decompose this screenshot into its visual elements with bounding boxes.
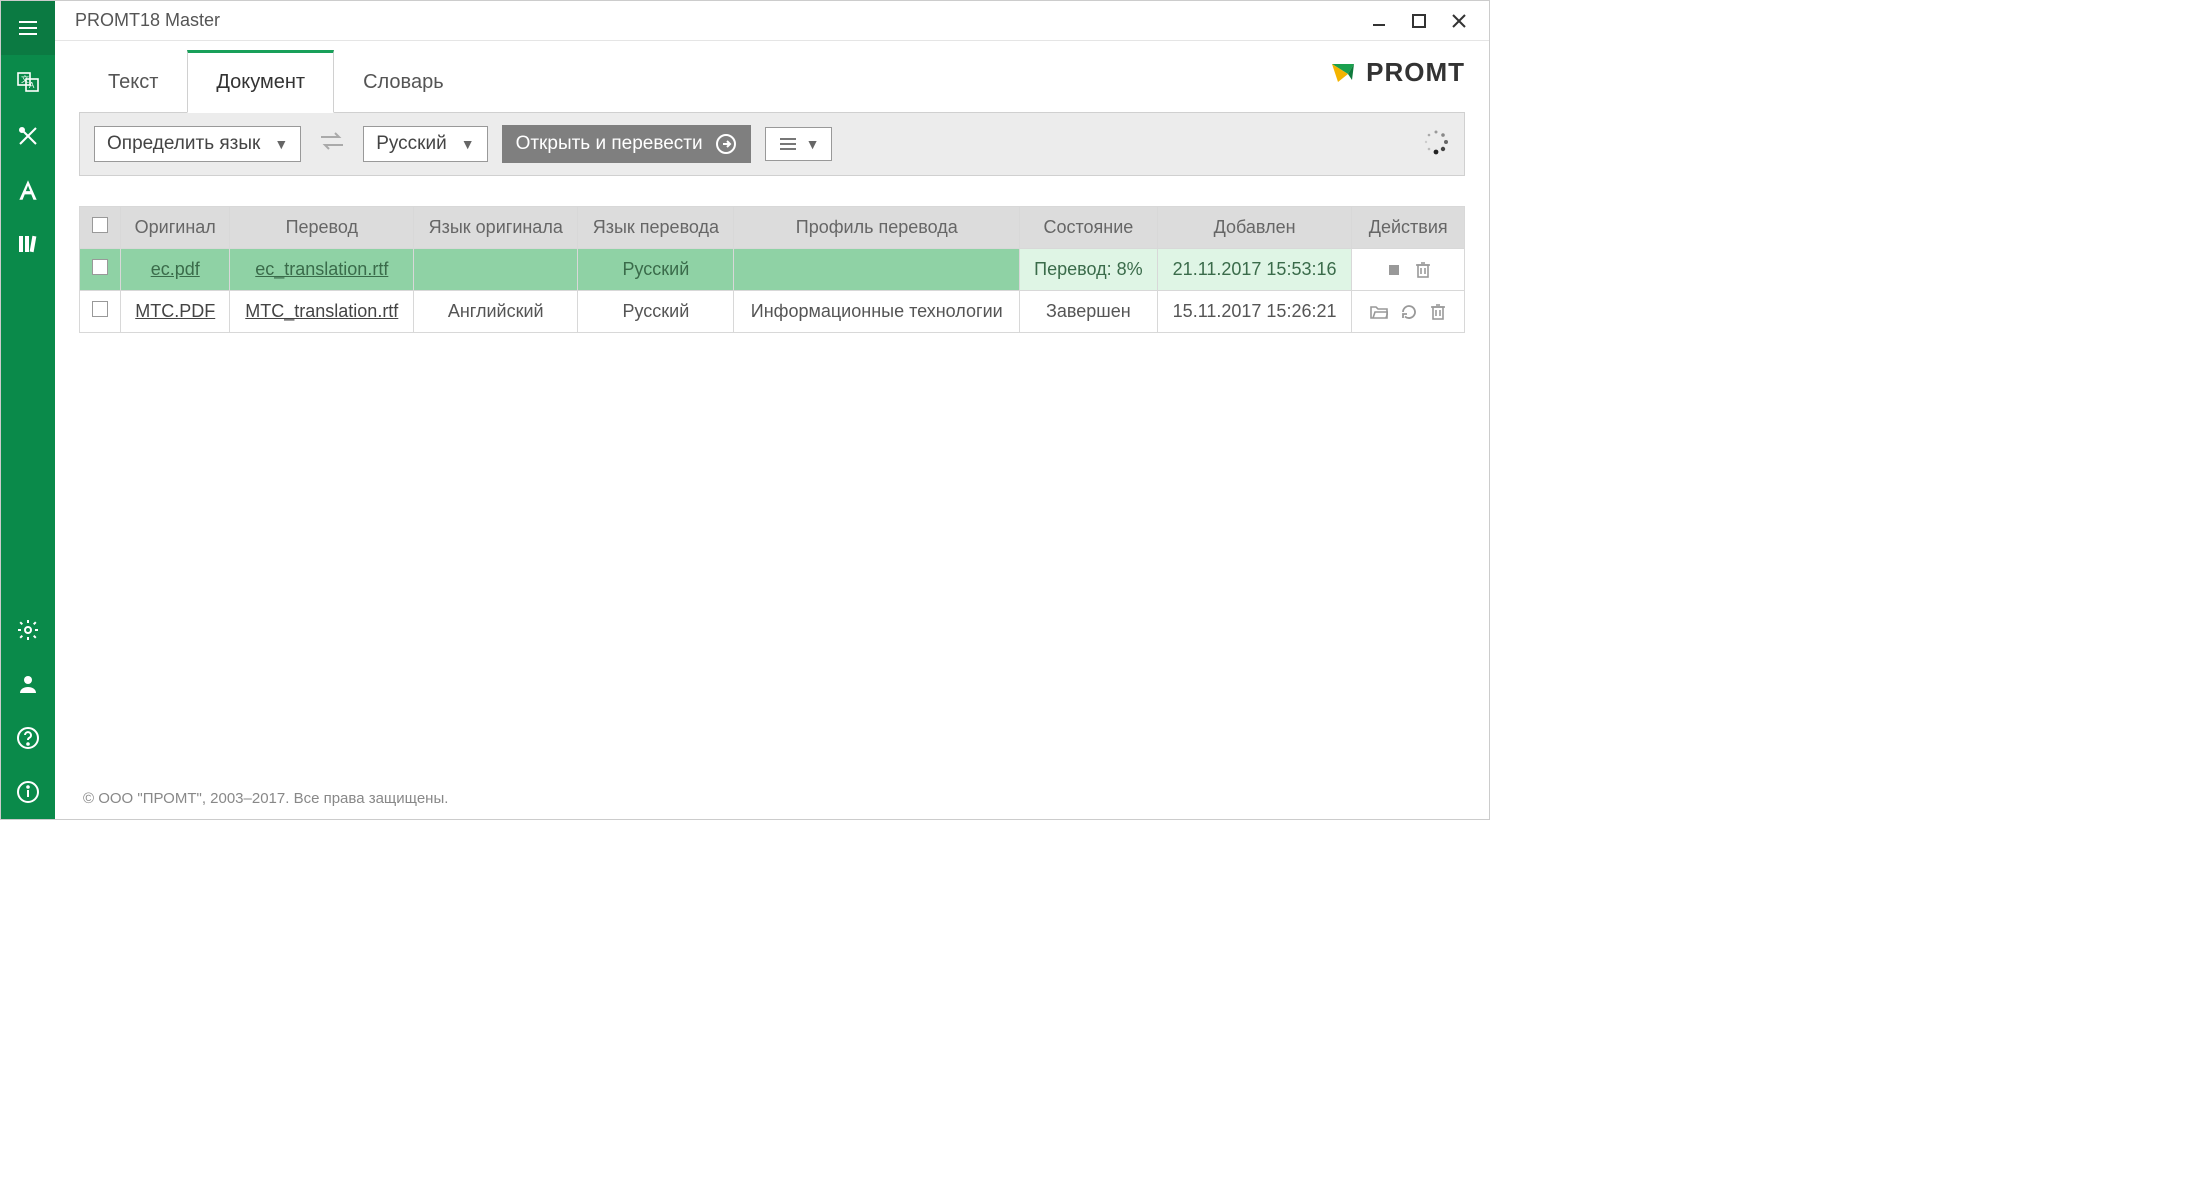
brand-logo: PROMT — [1328, 57, 1465, 88]
cell-profile — [734, 249, 1020, 291]
minimize-button[interactable] — [1359, 1, 1399, 41]
close-button[interactable] — [1439, 1, 1479, 41]
loading-spinner-icon — [1422, 128, 1450, 161]
tab-text[interactable]: Текст — [79, 52, 187, 113]
sidebar: 文A — [1, 1, 55, 819]
info-icon[interactable] — [1, 765, 55, 819]
tab-document[interactable]: Документ — [187, 50, 334, 113]
toolbar: Определить язык ▼ Русский ▼ Открыть и пе… — [79, 112, 1465, 176]
trash-icon[interactable] — [1415, 261, 1431, 279]
chevron-down-icon: ▼ — [461, 136, 475, 152]
target-language-label: Русский — [376, 133, 447, 155]
help-icon[interactable] — [1, 711, 55, 765]
cell-added: 15.11.2017 15:26:21 — [1157, 291, 1352, 333]
font-icon[interactable] — [1, 163, 55, 217]
col-status: Состояние — [1020, 207, 1158, 249]
row-checkbox[interactable] — [92, 259, 108, 275]
chevron-down-icon: ▼ — [274, 136, 288, 152]
trash-icon[interactable] — [1430, 303, 1446, 321]
col-tgt-lang: Язык перевода — [578, 207, 734, 249]
stop-icon[interactable] — [1386, 262, 1402, 278]
table-row[interactable]: MTC.PDF MTC_translation.rtf Английский Р… — [80, 291, 1465, 333]
col-added: Добавлен — [1157, 207, 1352, 249]
translation-link[interactable]: ec_translation.rtf — [255, 259, 388, 279]
row-checkbox[interactable] — [92, 301, 108, 317]
cell-tgt-lang: Русский — [578, 291, 734, 333]
tabs: Текст Документ Словарь PROMT — [79, 41, 1465, 113]
window-title: PROMT18 Master — [75, 10, 1359, 31]
refresh-icon[interactable] — [1401, 304, 1417, 320]
titlebar: PROMT18 Master — [55, 1, 1489, 41]
cell-status: Завершен — [1020, 291, 1158, 333]
maximize-button[interactable] — [1399, 1, 1439, 41]
col-actions: Действия — [1352, 207, 1465, 249]
source-language-select[interactable]: Определить язык ▼ — [94, 126, 301, 162]
swap-languages-icon[interactable] — [315, 131, 349, 157]
col-profile: Профиль перевода — [734, 207, 1020, 249]
cell-added: 21.11.2017 15:53:16 — [1157, 249, 1352, 291]
target-language-select[interactable]: Русский ▼ — [363, 126, 487, 162]
chevron-down-icon: ▼ — [806, 136, 820, 152]
svg-text:文: 文 — [21, 74, 29, 84]
translation-link[interactable]: MTC_translation.rtf — [245, 301, 398, 321]
open-translate-label: Открыть и перевести — [516, 133, 703, 155]
user-icon[interactable] — [1, 657, 55, 711]
library-icon[interactable] — [1, 217, 55, 271]
col-original: Оригинал — [121, 207, 230, 249]
translate-icon[interactable]: 文A — [1, 55, 55, 109]
menu-icon[interactable] — [1, 1, 55, 55]
brand-text: PROMT — [1366, 57, 1465, 88]
open-translate-button[interactable]: Открыть и перевести — [502, 125, 751, 163]
cell-src-lang: Английский — [414, 291, 578, 333]
cell-profile: Информационные технологии — [734, 291, 1020, 333]
cell-status: Перевод: 8% — [1020, 249, 1158, 291]
select-all-checkbox[interactable] — [92, 217, 108, 233]
tab-dictionary[interactable]: Словарь — [334, 52, 473, 113]
col-translation: Перевод — [230, 207, 414, 249]
tools-icon[interactable] — [1, 109, 55, 163]
svg-text:A: A — [29, 81, 35, 90]
cell-src-lang — [414, 249, 578, 291]
cell-tgt-lang: Русский — [578, 249, 734, 291]
source-language-label: Определить язык — [107, 133, 260, 155]
col-src-lang: Язык оригинала — [414, 207, 578, 249]
settings-icon[interactable] — [1, 603, 55, 657]
documents-table: Оригинал Перевод Язык оригинала Язык пер… — [79, 206, 1465, 333]
list-options-button[interactable]: ▼ — [765, 127, 833, 161]
footer-copyright: © ООО "ПРОМТ", 2003–2017. Все права защи… — [79, 778, 1465, 819]
original-link[interactable]: ec.pdf — [151, 259, 200, 279]
table-row[interactable]: ec.pdf ec_translation.rtf Русский Перево… — [80, 249, 1465, 291]
folder-open-icon[interactable] — [1370, 304, 1388, 320]
original-link[interactable]: MTC.PDF — [135, 301, 215, 321]
